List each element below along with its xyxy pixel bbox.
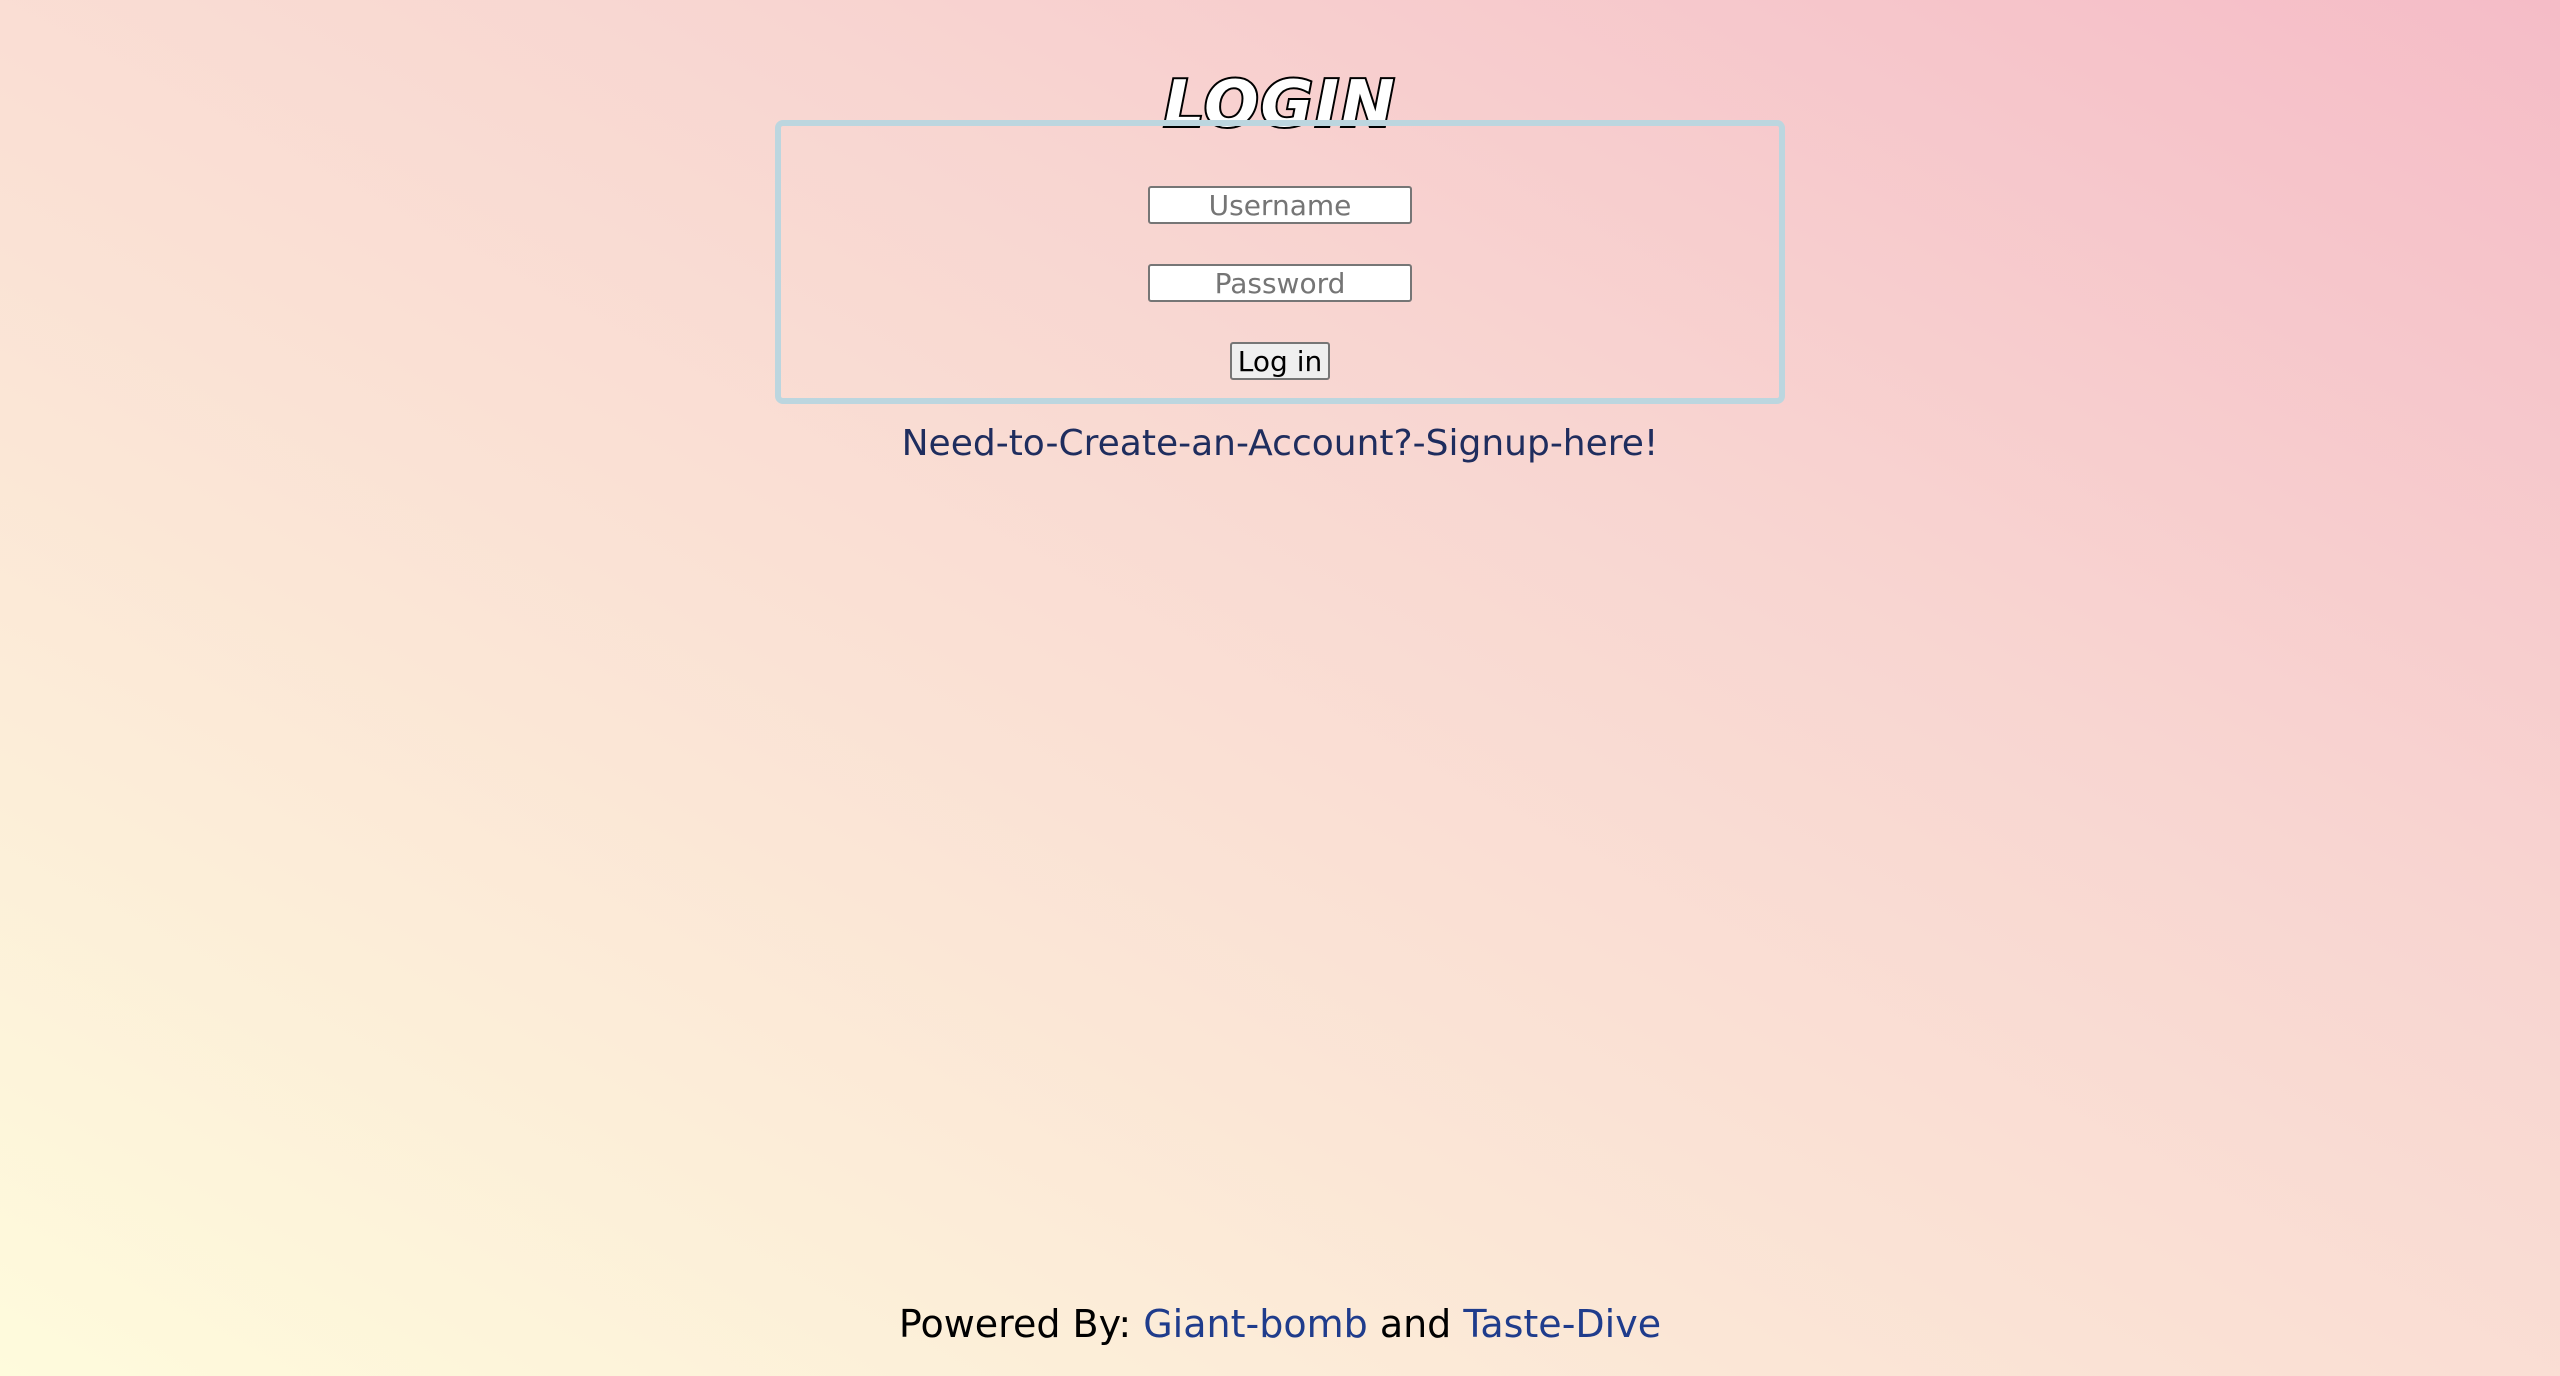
password-input[interactable] (1148, 264, 1412, 302)
signup-link-container: Need-to-Create-an-Account?-Signup-here! (0, 418, 2560, 470)
signup-link[interactable]: Need-to-Create-an-Account?-Signup-here! (902, 423, 1659, 464)
giant-bomb-link[interactable]: Giant-bomb (1143, 1302, 1368, 1346)
login-button[interactable]: Log in (1230, 342, 1330, 380)
footer-powered-by-label: Powered By: (898, 1302, 1132, 1346)
footer-and-label: and (1379, 1302, 1452, 1346)
username-input[interactable] (1148, 186, 1412, 224)
footer: Powered By: Giant-bomb and Taste-Dive (0, 1298, 2560, 1350)
taste-dive-link[interactable]: Taste-Dive (1463, 1302, 1661, 1346)
